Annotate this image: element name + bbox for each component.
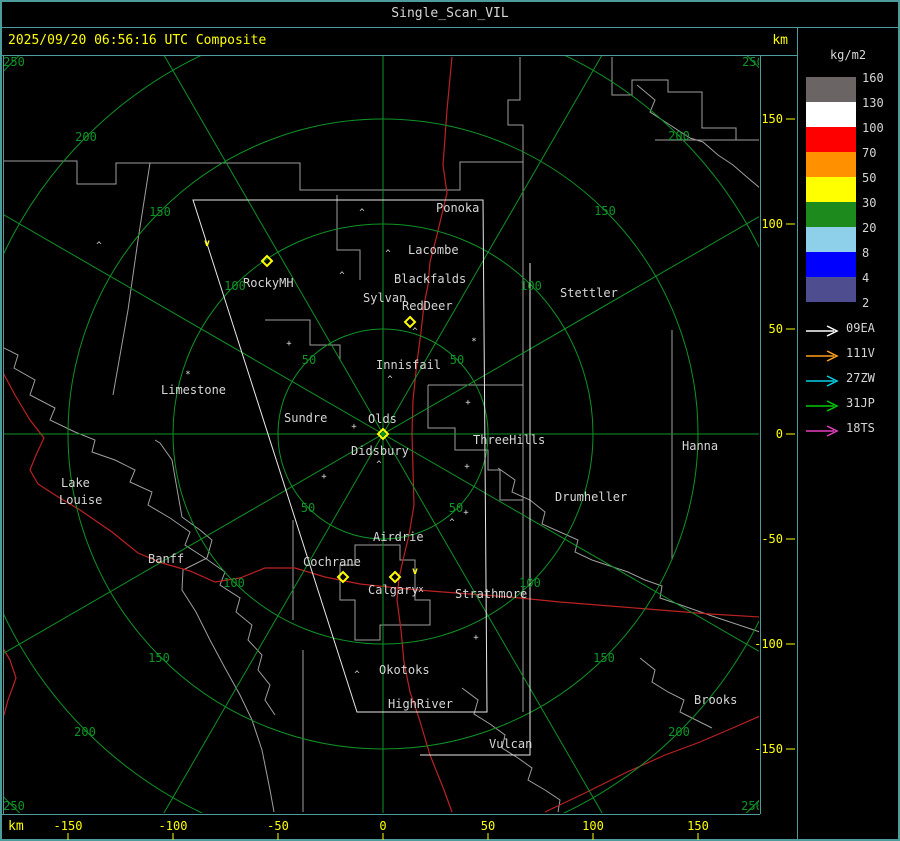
range-ring-label: 200 xyxy=(75,130,97,144)
city-label: Lacombe xyxy=(408,243,459,257)
range-ring-label: 150 xyxy=(594,204,616,218)
city-label: ThreeHills xyxy=(473,433,545,447)
city-label: RockyMH xyxy=(243,276,294,290)
city-label: Calgary xyxy=(368,583,419,597)
storm-cell-marker: * xyxy=(185,370,190,380)
radar-site-icon xyxy=(403,315,417,329)
right-axis-tick-label: -50 xyxy=(761,532,783,546)
city-label: Drumheller xyxy=(555,490,627,504)
city-label: Didsbury xyxy=(351,444,409,458)
storm-cell-marker-yellow: v xyxy=(412,566,418,577)
city-label: Sylvan xyxy=(363,291,406,305)
storm-cell-marker: ^ xyxy=(354,670,360,680)
range-ring-label: 100 xyxy=(223,576,245,590)
storm-cell-marker: + xyxy=(465,398,471,408)
storm-cell-marker: + xyxy=(321,472,327,482)
city-label: Ponoka xyxy=(436,201,479,215)
storm-cell-marker: + xyxy=(286,339,292,349)
range-rings xyxy=(4,56,759,813)
bottom-axis-tick-label: 150 xyxy=(687,819,709,833)
bottom-axis-tick-label: -100 xyxy=(159,819,188,833)
right-axis-tick-label: 100 xyxy=(761,217,783,231)
city-label: Stettler xyxy=(560,286,618,300)
city-label: HighRiver xyxy=(388,697,453,711)
city-label: Sundre xyxy=(284,411,327,425)
storm-cell-marker: ^ xyxy=(412,327,418,337)
bottom-axis-tick-label: -50 xyxy=(267,819,289,833)
storm-cell-marker: x xyxy=(418,585,424,595)
storm-cell-marker: + xyxy=(463,508,469,518)
storm-cell-marker: ^ xyxy=(359,208,365,218)
storm-cell-marker: ^ xyxy=(339,271,345,281)
storm-cell-marker: * xyxy=(471,337,476,347)
range-ring-label: 100 xyxy=(519,576,541,590)
range-ring-label: 50 xyxy=(302,353,316,367)
range-ring-label: 100 xyxy=(224,279,246,293)
range-ring-label: 250 xyxy=(741,799,763,813)
city-label: RedDeer xyxy=(402,299,453,313)
range-ring-label: 250 xyxy=(3,799,25,813)
right-axis-tick-label: 50 xyxy=(769,322,783,336)
storm-cell-marker: + xyxy=(351,422,357,432)
map-canvas[interactable]: Ponoka Lacombe Blackfalds SylvanRedDeer Stet… xyxy=(0,0,900,841)
city-label: Airdrie xyxy=(373,530,424,544)
range-ring-label: 150 xyxy=(149,205,171,219)
storm-cell-marker: + xyxy=(464,462,470,472)
bottom-axis-tick-label: 50 xyxy=(481,819,495,833)
range-ring-label: 50 xyxy=(301,501,315,515)
storm-cell-marker: ^ xyxy=(385,249,391,259)
range-ring-label: 200 xyxy=(668,725,690,739)
city-label: Okotoks xyxy=(379,663,430,677)
window-frame xyxy=(0,0,900,841)
city-label: Hanna xyxy=(682,439,718,453)
city-label: Limestone xyxy=(161,383,226,397)
range-ring-label: 100 xyxy=(520,279,542,293)
city-label: Vulcan xyxy=(489,737,532,751)
city-label: Brooks xyxy=(694,693,737,707)
range-ring-label: 50 xyxy=(450,353,464,367)
range-ring-label: 50 xyxy=(449,501,463,515)
storm-cell-marker: ^ xyxy=(387,375,393,385)
range-ring-label: 200 xyxy=(74,725,96,739)
radar-app-window: Single_Scan_VIL 2025/09/20 06:56:16 UTC … xyxy=(0,0,900,841)
storm-cell-marker: ^ xyxy=(376,460,382,470)
city-label: Strathmore xyxy=(455,587,527,601)
storm-cell-marker: + xyxy=(473,633,479,643)
bottom-axis-tick-label: 0 xyxy=(379,819,386,833)
city-label: Olds xyxy=(368,412,397,426)
city-label: Blackfalds xyxy=(394,272,466,286)
city-label: Cochrane xyxy=(303,555,361,569)
right-axis-tick-label: 150 xyxy=(761,112,783,126)
bottom-axis-tick-label: 100 xyxy=(582,819,604,833)
city-label: Louise xyxy=(59,493,102,507)
city-label: Innisfail xyxy=(376,358,441,372)
right-axis-tick-label: -100 xyxy=(754,637,783,651)
city-label: Lake xyxy=(61,476,90,490)
right-axis-tick-label: -150 xyxy=(754,742,783,756)
storm-cell-marker: ^ xyxy=(96,241,102,251)
range-ring-label: 150 xyxy=(593,651,615,665)
right-axis-tick-label: 0 xyxy=(776,427,783,441)
storm-cell-marker: ^ xyxy=(449,518,455,528)
city-label: Banff xyxy=(148,552,184,566)
storm-cell-marker-yellow: v xyxy=(204,238,210,249)
range-ring-label: 200 xyxy=(668,129,690,143)
range-ring-label: 150 xyxy=(148,651,170,665)
range-ring-label: 250 xyxy=(3,55,25,69)
bottom-axis-tick-label: -150 xyxy=(54,819,83,833)
